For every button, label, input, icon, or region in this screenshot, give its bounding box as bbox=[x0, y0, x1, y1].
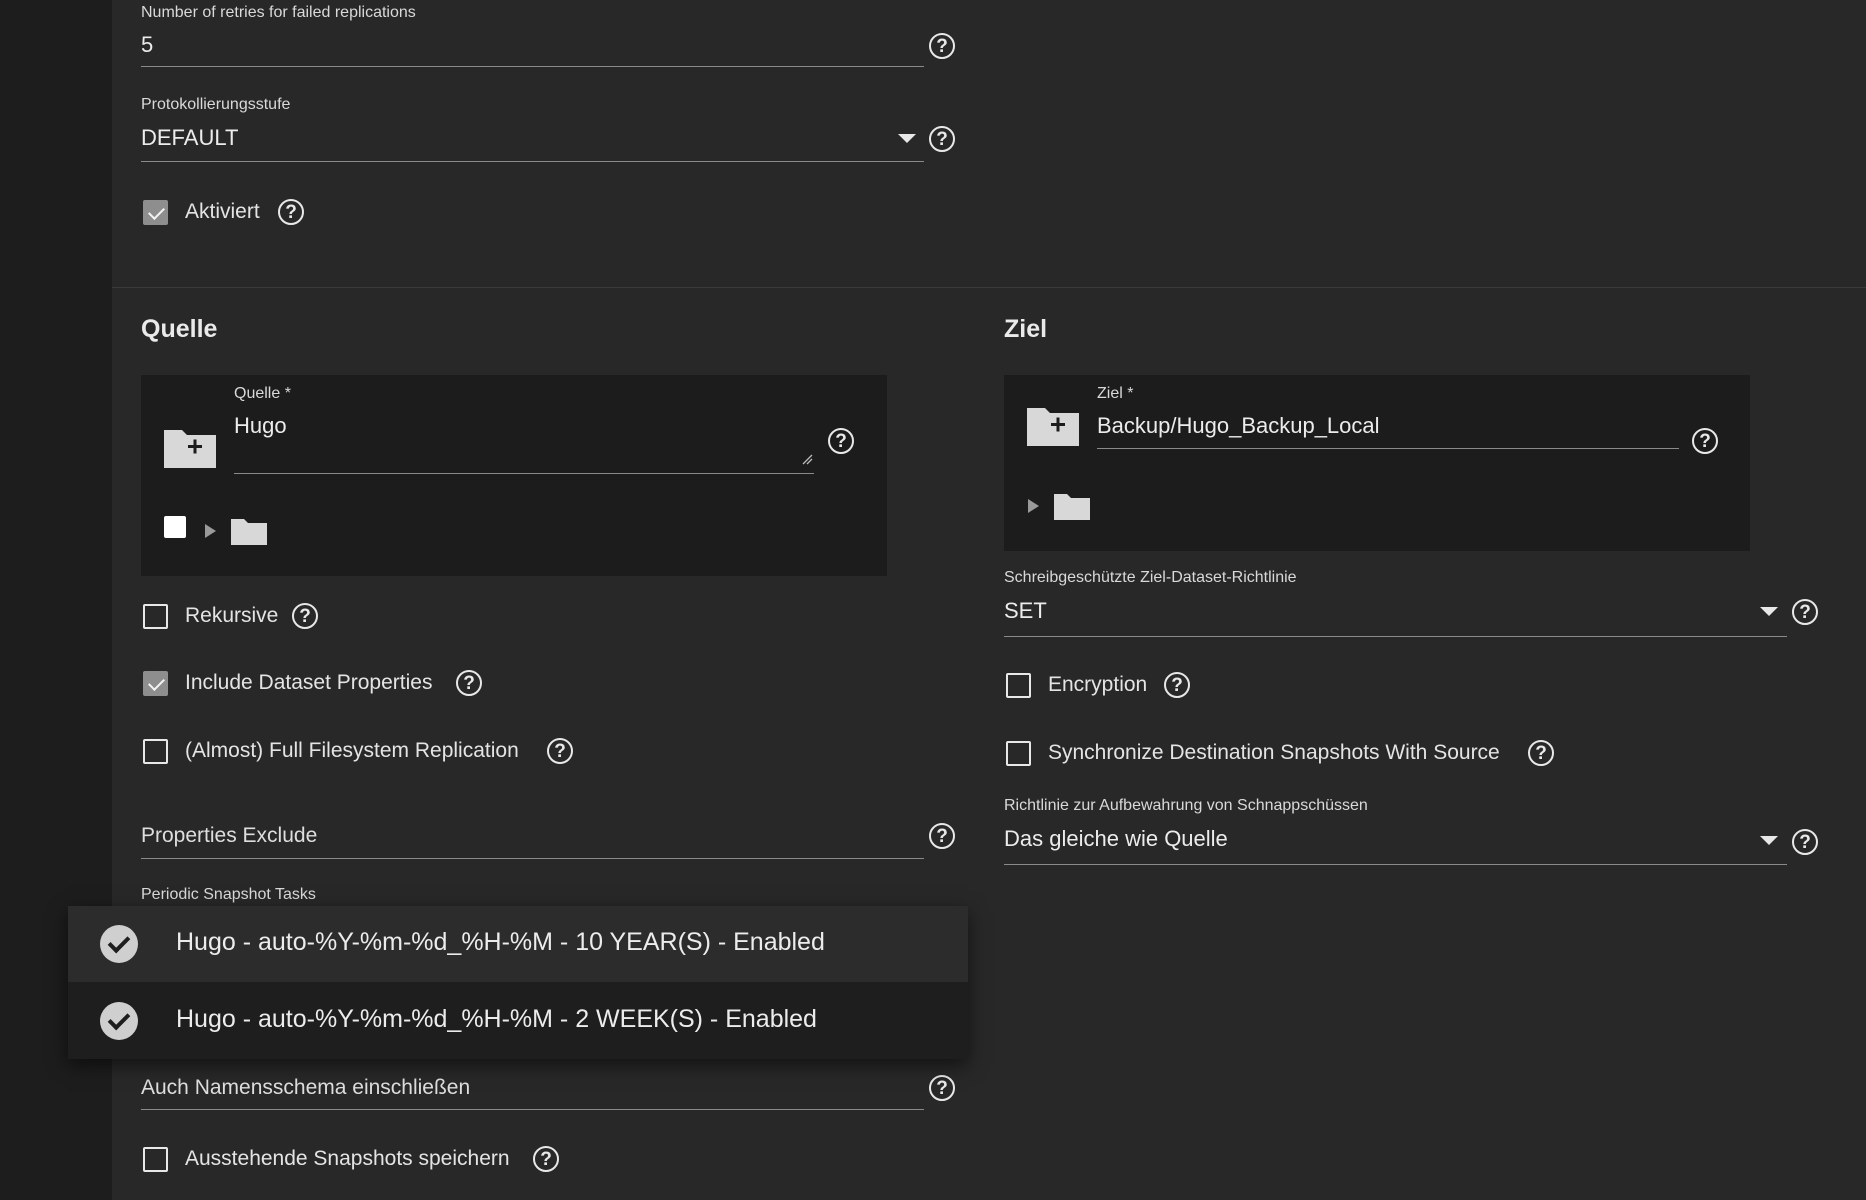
expand-arrow-icon[interactable] bbox=[205, 524, 216, 538]
retention-policy-underline bbox=[1004, 864, 1787, 865]
check-circle-icon bbox=[100, 925, 138, 963]
help-icon[interactable]: ? bbox=[547, 738, 573, 764]
destination-field-label: Ziel * bbox=[1097, 385, 1134, 402]
help-icon[interactable]: ? bbox=[929, 1075, 955, 1101]
log-level-label: Protokollierungsstufe bbox=[141, 96, 291, 113]
chevron-down-icon[interactable] bbox=[1760, 607, 1778, 616]
destination-input[interactable]: Backup/Hugo_Backup_Local bbox=[1097, 413, 1380, 439]
help-icon[interactable]: ? bbox=[1692, 428, 1718, 454]
folder-icon[interactable] bbox=[1053, 491, 1091, 521]
enabled-label: Aktiviert bbox=[185, 200, 260, 223]
dropdown-option-label: Hugo - auto-%Y-%m-%d_%H-%M - 2 WEEK(S) -… bbox=[176, 1005, 817, 1033]
help-icon[interactable]: ? bbox=[1528, 740, 1554, 766]
full-filesystem-replication-checkbox[interactable] bbox=[143, 739, 168, 764]
encryption-checkbox[interactable] bbox=[1006, 673, 1031, 698]
retries-underline bbox=[141, 66, 924, 67]
properties-exclude-underline bbox=[141, 858, 924, 859]
sync-destination-snapshots-label: Synchronize Destination Snapshots With S… bbox=[1048, 741, 1500, 764]
recursive-checkbox[interactable] bbox=[143, 604, 168, 629]
log-level-underline bbox=[141, 161, 924, 162]
help-icon[interactable]: ? bbox=[1792, 829, 1818, 855]
help-icon[interactable]: ? bbox=[929, 126, 955, 152]
save-pending-snapshots-checkbox[interactable] bbox=[143, 1147, 168, 1172]
save-pending-snapshots-label: Ausstehende Snapshots speichern bbox=[185, 1147, 510, 1170]
tree-node-checkbox[interactable] bbox=[164, 516, 186, 538]
also-naming-schema-underline bbox=[141, 1109, 924, 1110]
retries-input[interactable]: 5 bbox=[141, 32, 153, 58]
help-icon[interactable]: ? bbox=[278, 199, 304, 225]
destination-section-title: Ziel bbox=[1004, 315, 1048, 343]
sync-destination-snapshots-checkbox[interactable] bbox=[1006, 741, 1031, 766]
retention-policy-label: Richtlinie zur Aufbewahrung von Schnapps… bbox=[1004, 797, 1368, 814]
destination-explorer-panel: Ziel * Backup/Hugo_Backup_Local ? bbox=[1004, 375, 1750, 551]
help-icon[interactable]: ? bbox=[828, 428, 854, 454]
folder-icon[interactable] bbox=[230, 516, 268, 546]
source-field-label: Quelle * bbox=[234, 385, 291, 402]
periodic-snapshot-tasks-label: Periodic Snapshot Tasks bbox=[141, 886, 316, 903]
folder-plus-icon[interactable] bbox=[1025, 404, 1081, 448]
readonly-policy-select[interactable]: SET bbox=[1004, 598, 1047, 624]
retries-label: Number of retries for failed replication… bbox=[141, 4, 416, 21]
source-underline bbox=[234, 473, 814, 474]
help-icon[interactable]: ? bbox=[1164, 672, 1190, 698]
properties-exclude-input[interactable]: Properties Exclude bbox=[141, 824, 317, 848]
dropdown-option[interactable]: Hugo - auto-%Y-%m-%d_%H-%M - 10 YEAR(S) … bbox=[68, 906, 968, 982]
destination-underline bbox=[1097, 448, 1679, 449]
help-icon[interactable]: ? bbox=[292, 603, 318, 629]
retention-policy-select[interactable]: Das gleiche wie Quelle bbox=[1004, 826, 1228, 852]
help-icon[interactable]: ? bbox=[533, 1146, 559, 1172]
chevron-down-icon[interactable] bbox=[898, 134, 916, 143]
readonly-policy-underline bbox=[1004, 636, 1787, 637]
readonly-policy-label: Schreibgeschützte Ziel-Dataset-Richtlini… bbox=[1004, 569, 1297, 586]
encryption-label: Encryption bbox=[1048, 673, 1148, 696]
dropdown-option[interactable]: Hugo - auto-%Y-%m-%d_%H-%M - 2 WEEK(S) -… bbox=[68, 983, 968, 1059]
help-icon[interactable]: ? bbox=[456, 670, 482, 696]
include-dataset-properties-checkbox[interactable] bbox=[143, 671, 168, 696]
source-section-title: Quelle bbox=[141, 315, 218, 343]
check-circle-icon bbox=[100, 1002, 138, 1040]
also-naming-schema-input[interactable]: Auch Namensschema einschließen bbox=[141, 1076, 470, 1100]
section-divider bbox=[112, 287, 1866, 288]
help-icon[interactable]: ? bbox=[1792, 599, 1818, 625]
source-explorer-panel: Quelle * Hugo ? bbox=[141, 375, 887, 576]
enabled-checkbox[interactable] bbox=[143, 200, 168, 225]
dropdown-option-label: Hugo - auto-%Y-%m-%d_%H-%M - 10 YEAR(S) … bbox=[176, 928, 825, 956]
chevron-down-icon[interactable] bbox=[1760, 836, 1778, 845]
help-icon[interactable]: ? bbox=[929, 823, 955, 849]
full-filesystem-replication-label: (Almost) Full Filesystem Replication bbox=[185, 739, 519, 762]
folder-plus-icon[interactable] bbox=[162, 426, 218, 470]
expand-arrow-icon[interactable] bbox=[1028, 499, 1039, 513]
log-level-select[interactable]: DEFAULT bbox=[141, 125, 238, 151]
include-dataset-properties-label: Include Dataset Properties bbox=[185, 671, 433, 694]
periodic-snapshot-tasks-dropdown: Hugo - auto-%Y-%m-%d_%H-%M - 10 YEAR(S) … bbox=[68, 906, 968, 1059]
recursive-label: Rekursive bbox=[185, 604, 279, 627]
source-input[interactable]: Hugo bbox=[234, 413, 287, 439]
resize-handle-icon[interactable] bbox=[801, 453, 813, 465]
help-icon[interactable]: ? bbox=[929, 33, 955, 59]
